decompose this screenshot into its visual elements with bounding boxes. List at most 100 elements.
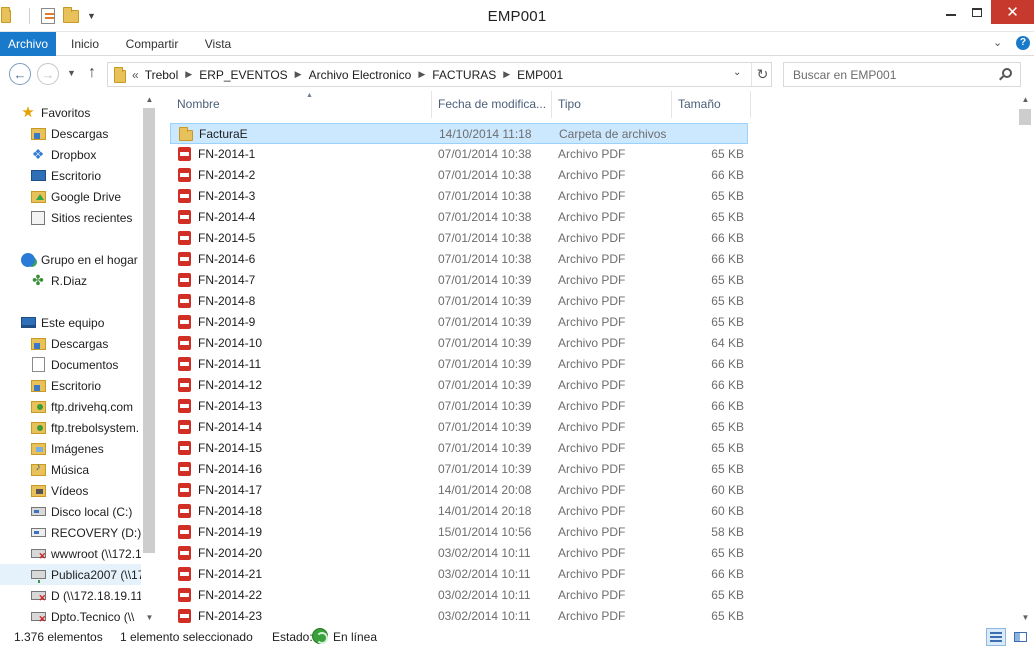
nav-item-wwwroot[interactable]: wwwroot (\\172.1 — [0, 543, 142, 564]
nav-homegroup[interactable]: Grupo en el hogar — [0, 249, 142, 270]
file-row[interactable]: FN-2014-11 07/01/2014 10:39 Archivo PDF 66 … — [170, 354, 748, 375]
nav-item-google-drive[interactable]: Google Drive — [0, 186, 142, 207]
nav-item-pc-descargas[interactable]: Descargas — [0, 333, 142, 354]
column-header-date[interactable]: Fecha de modifica... — [432, 91, 552, 118]
nav-item-ftp-trebolsystem[interactable]: ftp.trebolsystem. — [0, 417, 142, 438]
chevron-right-icon[interactable]: ▶ — [185, 69, 192, 80]
large-icons-view-button[interactable] — [1010, 628, 1030, 646]
nav-item-d-network[interactable]: D (\\172.18.19.11 — [0, 585, 142, 606]
file-list-scrollbar[interactable]: ▲ ▼ — [1017, 91, 1034, 626]
file-row[interactable]: FN-2014-12 07/01/2014 10:39 Archivo PDF 66 … — [170, 375, 748, 396]
file-row[interactable]: FN-2014-20 03/02/2014 10:11 Archivo PDF 65 … — [170, 543, 748, 564]
scroll-down-icon[interactable]: ▼ — [1017, 609, 1034, 626]
nav-item-sitios-recientes[interactable]: Sitios recientes — [0, 207, 142, 228]
scrollbar-thumb[interactable] — [1019, 109, 1031, 125]
scroll-up-icon[interactable]: ▲ — [1017, 91, 1034, 108]
breadcrumb-archivo-electronico[interactable]: Archivo Electronico — [309, 68, 412, 82]
file-row[interactable]: FN-2014-19 15/01/2014 10:56 Archivo PDF 58 … — [170, 522, 748, 543]
chevron-right-icon[interactable]: ▶ — [503, 69, 510, 80]
nav-este-equipo[interactable]: Este equipo — [0, 312, 142, 333]
scrollbar-thumb[interactable] — [143, 108, 155, 553]
column-header-size[interactable]: Tamaño — [672, 91, 751, 118]
file-type: Archivo PDF — [558, 504, 626, 518]
file-row[interactable]: FN-2014-2 07/01/2014 10:38 Archivo PDF 66 K… — [170, 165, 748, 186]
nav-item-imagenes[interactable]: Imágenes — [0, 438, 142, 459]
pdf-file-icon — [178, 315, 193, 330]
expand-ribbon-icon[interactable]: ⌄ — [993, 36, 1002, 49]
file-row[interactable]: FN-2014-17 14/01/2014 20:08 Archivo PDF 60 … — [170, 480, 748, 501]
address-bar[interactable]: « Trebol ▶ ERP_EVENTOS ▶ Archivo Electro… — [107, 62, 772, 87]
online-status-icon — [312, 628, 328, 644]
tab-inicio[interactable]: Inicio — [68, 32, 102, 56]
nav-item-escritorio[interactable]: Escritorio — [0, 165, 142, 186]
file-row[interactable]: FN-2014-10 07/01/2014 10:39 Archivo PDF 64 … — [170, 333, 748, 354]
help-icon[interactable]: ? — [1016, 36, 1030, 50]
breadcrumb-facturas[interactable]: FACTURAS — [432, 68, 496, 82]
file-row[interactable]: FN-2014-22 03/02/2014 10:11 Archivo PDF 65 … — [170, 585, 748, 606]
nav-item-publica2007[interactable]: Publica2007 (\\17 — [0, 564, 142, 585]
tab-compartir[interactable]: Compartir — [120, 32, 184, 56]
file-row[interactable]: FN-2014-23 03/02/2014 10:11 Archivo PDF 65 … — [170, 606, 748, 626]
file-row[interactable]: FN-2014-6 07/01/2014 10:38 Archivo PDF 66 K… — [170, 249, 748, 270]
nav-item-documentos[interactable]: Documentos — [0, 354, 142, 375]
column-header-type[interactable]: Tipo — [552, 91, 672, 118]
scroll-up-icon[interactable]: ▲ — [141, 91, 158, 108]
scroll-down-icon[interactable]: ▼ — [141, 609, 158, 626]
file-row[interactable]: FN-2014-7 07/01/2014 10:39 Archivo PDF 65 K… — [170, 270, 748, 291]
file-date: 07/01/2014 10:39 — [438, 462, 532, 476]
file-row[interactable]: FN-2014-3 07/01/2014 10:38 Archivo PDF 65 K… — [170, 186, 748, 207]
file-row[interactable]: FN-2014-18 14/01/2014 20:18 Archivo PDF 60 … — [170, 501, 748, 522]
file-row[interactable]: FN-2014-9 07/01/2014 10:39 Archivo PDF 65 K… — [170, 312, 748, 333]
nav-item-disco-local-c[interactable]: Disco local (C:) — [0, 501, 142, 522]
up-button[interactable]: ↑ — [88, 64, 96, 82]
breadcrumb-overflow[interactable]: « — [132, 68, 139, 82]
nav-item-dropbox[interactable]: ❖ Dropbox — [0, 144, 142, 165]
back-button[interactable]: ← — [9, 63, 31, 85]
file-row[interactable]: FN-2014-21 03/02/2014 10:11 Archivo PDF 66 … — [170, 564, 748, 585]
file-name: FN-2014-1 — [198, 147, 256, 161]
details-view-button[interactable] — [986, 628, 1006, 646]
chevron-down-icon[interactable]: ⌄ — [733, 67, 741, 78]
chevron-right-icon[interactable]: ▶ — [418, 69, 425, 80]
search-icon[interactable] — [1002, 68, 1012, 78]
search-input[interactable] — [793, 67, 993, 82]
file-row[interactable]: FN-2014-8 07/01/2014 10:39 Archivo PDF 65 K… — [170, 291, 748, 312]
file-name: FN-2014-14 — [198, 420, 263, 434]
tab-archivo[interactable]: Archivo — [0, 32, 56, 56]
file-row[interactable]: FN-2014-14 07/01/2014 10:39 Archivo PDF 65 … — [170, 417, 748, 438]
nav-item-recovery-d[interactable]: RECOVERY (D:) — [0, 522, 142, 543]
nav-pane-scrollbar[interactable]: ▲ ▼ — [141, 91, 158, 626]
breadcrumb-erp-eventos[interactable]: ERP_EVENTOS — [199, 68, 287, 82]
file-row[interactable]: FN-2014-4 07/01/2014 10:38 Archivo PDF 65 K… — [170, 207, 748, 228]
nav-item-r-diaz[interactable]: ✤ R.Diaz — [0, 270, 142, 291]
downloads-icon — [30, 336, 46, 352]
nav-item-descargas[interactable]: Descargas — [0, 123, 142, 144]
close-button[interactable]: ✕ — [991, 0, 1034, 24]
forward-button[interactable]: → — [37, 63, 59, 85]
file-row[interactable]: FN-2014-15 07/01/2014 10:39 Archivo PDF 65 … — [170, 438, 748, 459]
maximize-button[interactable] — [960, 0, 994, 24]
refresh-button[interactable]: ↻ — [751, 63, 773, 86]
recent-locations-icon[interactable]: ▼ — [67, 68, 76, 78]
nav-item-ftp-drivehq[interactable]: ftp.drivehq.com — [0, 396, 142, 417]
file-row[interactable]: FN-2014-16 07/01/2014 10:39 Archivo PDF 65 … — [170, 459, 748, 480]
file-row[interactable]: FN-2014-13 07/01/2014 10:39 Archivo PDF 66 … — [170, 396, 748, 417]
user-icon: ✤ — [32, 272, 44, 288]
nav-item-videos[interactable]: Vídeos — [0, 480, 142, 501]
nav-item-pc-escritorio[interactable]: Escritorio — [0, 375, 142, 396]
nav-item-musica[interactable]: Música — [0, 459, 142, 480]
breadcrumb-emp001[interactable]: EMP001 — [517, 68, 563, 82]
file-name: FN-2014-4 — [198, 210, 256, 224]
chevron-right-icon[interactable]: ▶ — [295, 69, 302, 80]
status-bar: 1.376 elementos 1 elemento seleccionado … — [0, 626, 1034, 648]
file-row[interactable]: FN-2014-1 07/01/2014 10:38 Archivo PDF 65 K… — [170, 144, 748, 165]
tab-vista[interactable]: Vista — [202, 32, 234, 56]
file-row[interactable]: FN-2014-5 07/01/2014 10:38 Archivo PDF 66 K… — [170, 228, 748, 249]
search-box[interactable] — [783, 62, 1021, 87]
file-row[interactable]: FacturaE 14/10/2014 11:18 Carpeta de archi… — [170, 123, 748, 144]
nav-item-dpto-tecnico[interactable]: Dpto.Tecnico (\\ — [0, 606, 142, 626]
column-header-name[interactable]: ▲ Nombre — [171, 91, 432, 118]
nav-favorites[interactable]: ★ Favoritos — [0, 102, 142, 123]
breadcrumb-trebol[interactable]: Trebol — [145, 68, 179, 82]
disconnected-network-drive-icon — [30, 609, 46, 625]
